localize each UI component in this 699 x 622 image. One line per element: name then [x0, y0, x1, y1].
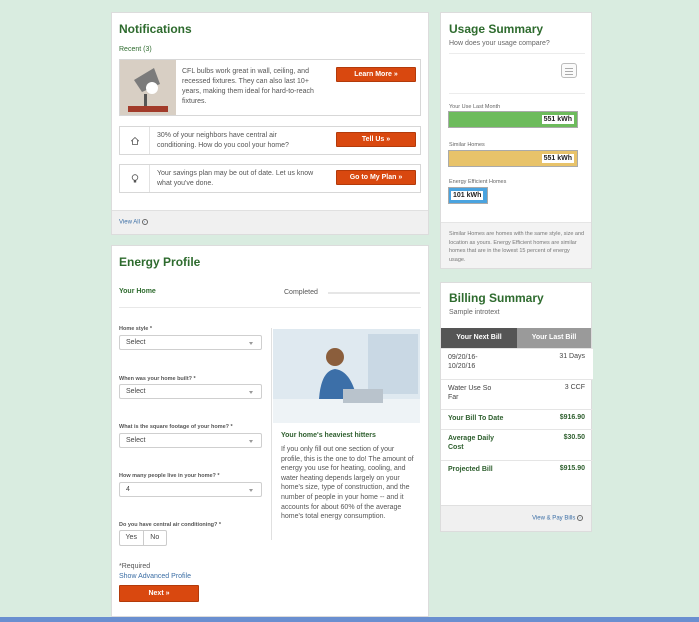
bar-value: 551 kWh	[541, 154, 574, 163]
average-daily-label: Average Daily Cost	[448, 435, 495, 451]
bill-row-water: Water Use So Far 3 CCF	[441, 379, 593, 409]
home-built-value: Select	[126, 388, 146, 395]
water-use-value: 3 CCF	[564, 384, 585, 391]
usage-footnote: Similar Homes are homes with the same st…	[449, 231, 585, 263]
notifications-card: Notifications Recent (3) CFL bulbs work …	[111, 12, 429, 235]
tab-last-bill[interactable]: Your Last Bill	[517, 328, 591, 348]
chevron-down-icon	[249, 489, 253, 492]
usage-footnote-box: Similar Homes are homes with the same st…	[441, 222, 591, 268]
square-footage-label: What is the square footage of your home?…	[119, 424, 233, 430]
divider	[449, 93, 585, 94]
table-view-icon[interactable]	[561, 63, 577, 78]
central-air-toggle: Yes No	[119, 530, 167, 546]
usage-summary-card: Usage Summary How does your usage compar…	[440, 12, 592, 269]
bill-row-average: Average Daily Cost $30.50	[441, 429, 593, 460]
no-option[interactable]: No	[144, 531, 167, 545]
projected-bill-label: Projected Bill	[448, 466, 493, 473]
yes-option[interactable]: Yes	[120, 531, 144, 545]
home-style-select[interactable]: Select	[119, 335, 262, 350]
billing-summary-title: Billing Summary	[449, 291, 544, 305]
bill-row-projected: Projected Bill $915.90	[441, 460, 593, 480]
bar-value: 551 kWh	[541, 115, 574, 124]
square-footage-value: Select	[126, 437, 146, 444]
energy-profile-title: Energy Profile	[119, 255, 201, 269]
home-style-label: Home style *	[119, 326, 153, 332]
notification-item: Your savings plan may be out of date. Le…	[119, 164, 421, 193]
hitters-title: Your home's heaviest hitters	[281, 432, 376, 439]
central-air-label: Do you have central air conditioning? *	[119, 522, 222, 528]
recent-label: Recent (3)	[119, 46, 152, 53]
tell-us-button[interactable]: Tell Us »	[336, 132, 416, 147]
energy-profile-card: Energy Profile Your Home Completed Home …	[111, 245, 429, 617]
hitters-panel: Your home's heaviest hitters If you only…	[271, 328, 420, 540]
required-note: *Required	[119, 563, 151, 570]
lamp-image	[120, 60, 176, 115]
chevron-down-icon	[249, 391, 253, 394]
hitters-text: If you only fill out one section of your…	[281, 446, 414, 521]
usage-bar-your-use: 551 kWh	[448, 111, 578, 128]
billing-footer: View & Pay Bills ›	[441, 505, 591, 531]
home-built-label: When was your home built? *	[119, 376, 196, 382]
water-use-label: Water Use So Far	[448, 385, 492, 401]
divider	[449, 53, 585, 54]
view-all-label: View All	[119, 219, 140, 226]
tab-next-bill[interactable]: Your Next Bill	[441, 328, 517, 348]
bar-label: Similar Homes	[449, 142, 485, 148]
bar-value: 101 kWh	[451, 191, 484, 200]
notifications-title: Notifications	[119, 22, 192, 36]
projected-bill-value: $915.90	[559, 465, 585, 472]
square-footage-select[interactable]: Select	[119, 433, 262, 448]
lightbulb-icon	[120, 165, 150, 192]
average-daily-value: $30.50	[563, 434, 585, 441]
usage-summary-title: Usage Summary	[449, 22, 544, 36]
divider	[119, 307, 421, 308]
view-pay-bills-label: View & Pay Bills	[532, 515, 576, 522]
home-style-value: Select	[126, 339, 146, 346]
usage-bar-similar-homes: 551 kWh	[448, 150, 578, 167]
people-value: 4	[126, 486, 130, 493]
notification-text: 30% of your neighbors have central air c…	[157, 132, 289, 149]
notifications-footer: View All ›	[112, 210, 428, 234]
view-all-link[interactable]: View All ›	[119, 219, 148, 226]
notification-item: CFL bulbs work great in wall, ceiling, a…	[119, 59, 421, 116]
next-button[interactable]: Next »	[119, 585, 199, 602]
notification-text: Your savings plan may be out of date. Le…	[157, 170, 314, 187]
usage-summary-subtitle: How does your usage compare?	[449, 40, 550, 47]
arrow-circle-icon: ›	[141, 219, 148, 225]
home-icon	[120, 127, 150, 154]
bill-days: 31 Days	[559, 353, 585, 360]
home-built-select[interactable]: Select	[119, 384, 262, 399]
bill-to-date-value: $916.90	[559, 414, 585, 421]
learn-more-button[interactable]: Learn More »	[336, 67, 416, 82]
people-label: How many people live in your home? *	[119, 473, 220, 479]
people-select[interactable]: 4	[119, 482, 262, 497]
go-to-my-plan-button[interactable]: Go to My Plan »	[336, 170, 416, 185]
progress-track	[328, 292, 420, 294]
view-pay-bills-link[interactable]: View & Pay Bills ›	[532, 515, 583, 522]
billing-summary-card: Billing Summary Sample introtext Your Ne…	[440, 282, 593, 532]
notification-text: CFL bulbs work great in wall, ceiling, a…	[182, 68, 314, 105]
bottom-bar	[0, 617, 699, 622]
bill-row-to-date: Your Bill To Date $916.90	[441, 409, 593, 429]
bill-dates: 09/20/16-10/20/16	[448, 354, 478, 370]
bar-label: Your Use Last Month	[449, 104, 501, 110]
your-home-label: Your Home	[119, 288, 156, 295]
billing-intro: Sample introtext	[449, 309, 500, 316]
notification-item: 30% of your neighbors have central air c…	[119, 126, 421, 155]
usage-bar-efficient-homes: 101 kWh	[448, 187, 488, 204]
completed-label: Completed	[284, 289, 318, 296]
bill-row-dates: 09/20/16-10/20/16 31 Days	[441, 348, 593, 379]
hitters-photo	[273, 329, 420, 423]
arrow-circle-icon: ›	[577, 515, 583, 521]
chevron-down-icon	[249, 440, 253, 443]
bar-label: Energy Efficient Homes	[449, 179, 507, 185]
bill-to-date-label: Your Bill To Date	[448, 415, 504, 422]
chevron-down-icon	[249, 342, 253, 345]
show-advanced-link[interactable]: Show Advanced Profile	[119, 573, 191, 580]
